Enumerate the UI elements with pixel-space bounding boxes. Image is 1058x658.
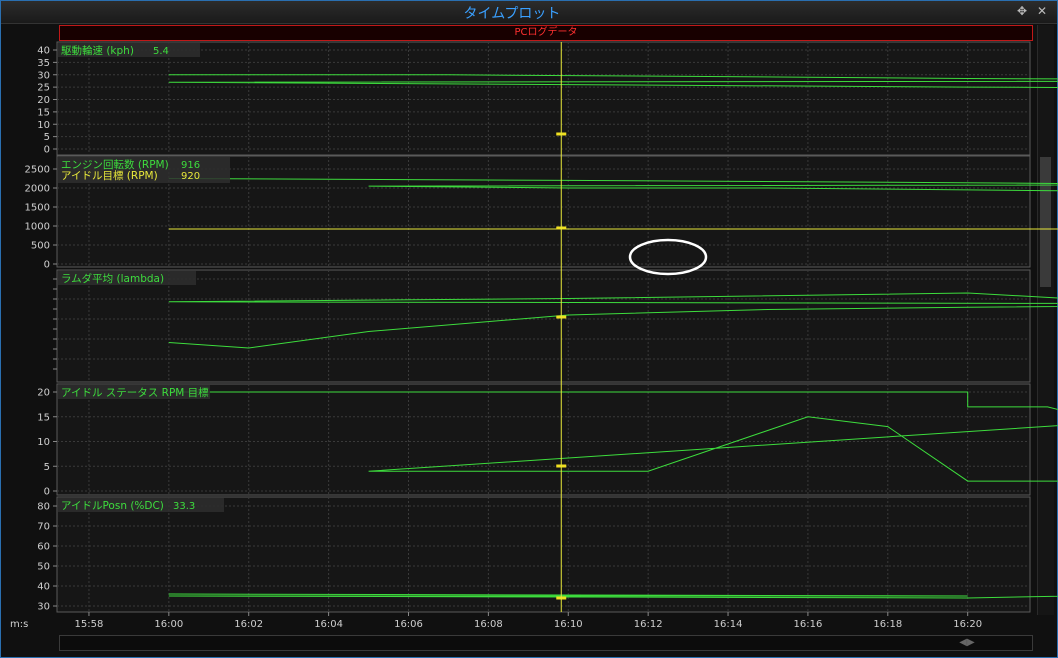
x-tick-label: 16:06: [394, 619, 423, 630]
y-tick-label: 70: [37, 522, 50, 533]
x-tick-label: 16:16: [794, 619, 823, 630]
y-tick-label: 40: [37, 46, 50, 57]
legend-series-value: 920: [181, 171, 200, 182]
legend-series-value: 916: [181, 160, 200, 171]
x-axis-unit-label: m:s: [10, 619, 28, 630]
x-tick-label: 15:58: [75, 619, 104, 630]
y-tick-label: 2500: [25, 165, 50, 176]
x-tick-label: 16:12: [634, 619, 663, 630]
y-tick-label: 35: [37, 58, 50, 69]
y-tick-label: 1000: [25, 222, 50, 233]
y-tick-label: 1500: [25, 203, 50, 214]
y-tick-label: 50: [37, 562, 50, 573]
y-tick-label: 10: [37, 120, 50, 131]
y-tick-label: 15: [37, 107, 50, 118]
legend-series-name: アイドルPosn (%DC): [61, 500, 164, 512]
x-tick-label: 16:02: [234, 619, 263, 630]
x-tick-label: 16:08: [474, 619, 503, 630]
x-tick-label: 16:18: [873, 619, 902, 630]
y-tick-label: 80: [37, 502, 50, 513]
legend-series-name: 駆動輪速 (kph): [61, 44, 134, 57]
y-tick-label: 25: [37, 83, 50, 94]
time-plot-chart[interactable]: 4035302520151050駆動輪速 (kph) 5.425002000150…: [0, 0, 1058, 658]
panel-frame: [56, 41, 1031, 156]
legend-series-name: ラムダ平均 (lambda): [61, 272, 164, 285]
legend-series-value: 33.3: [173, 501, 195, 512]
y-tick-label: 0: [44, 487, 50, 498]
y-tick-label: 500: [31, 241, 50, 252]
y-tick-label: 40: [37, 582, 50, 593]
x-tick-label: 16:14: [714, 619, 743, 630]
panel-frame: [56, 383, 1031, 496]
panel-frame: [56, 269, 1031, 383]
y-tick-label: 20: [37, 95, 50, 106]
y-tick-label: 0: [44, 145, 50, 156]
y-tick-label: 5: [44, 132, 50, 143]
y-tick-label: 60: [37, 542, 50, 553]
y-tick-label: 20: [37, 388, 50, 399]
y-tick-label: 30: [37, 602, 50, 613]
y-tick-label: 15: [37, 412, 50, 423]
x-tick-label: 16:20: [953, 619, 982, 630]
y-tick-label: 0: [44, 260, 50, 271]
y-tick-label: 5: [44, 462, 50, 473]
x-tick-label: 16:00: [154, 619, 183, 630]
legend-series-value: 5.4: [153, 46, 169, 57]
y-tick-label: 10: [37, 437, 50, 448]
legend-series-name: アイドル目標 (RPM): [61, 169, 158, 182]
x-tick-label: 16:04: [314, 619, 343, 630]
x-tick-label: 16:10: [554, 619, 583, 630]
y-tick-label: 30: [37, 70, 50, 81]
legend-series-name: アイドル ステータス RPM 目標: [61, 386, 209, 399]
y-tick-label: 2000: [25, 184, 50, 195]
